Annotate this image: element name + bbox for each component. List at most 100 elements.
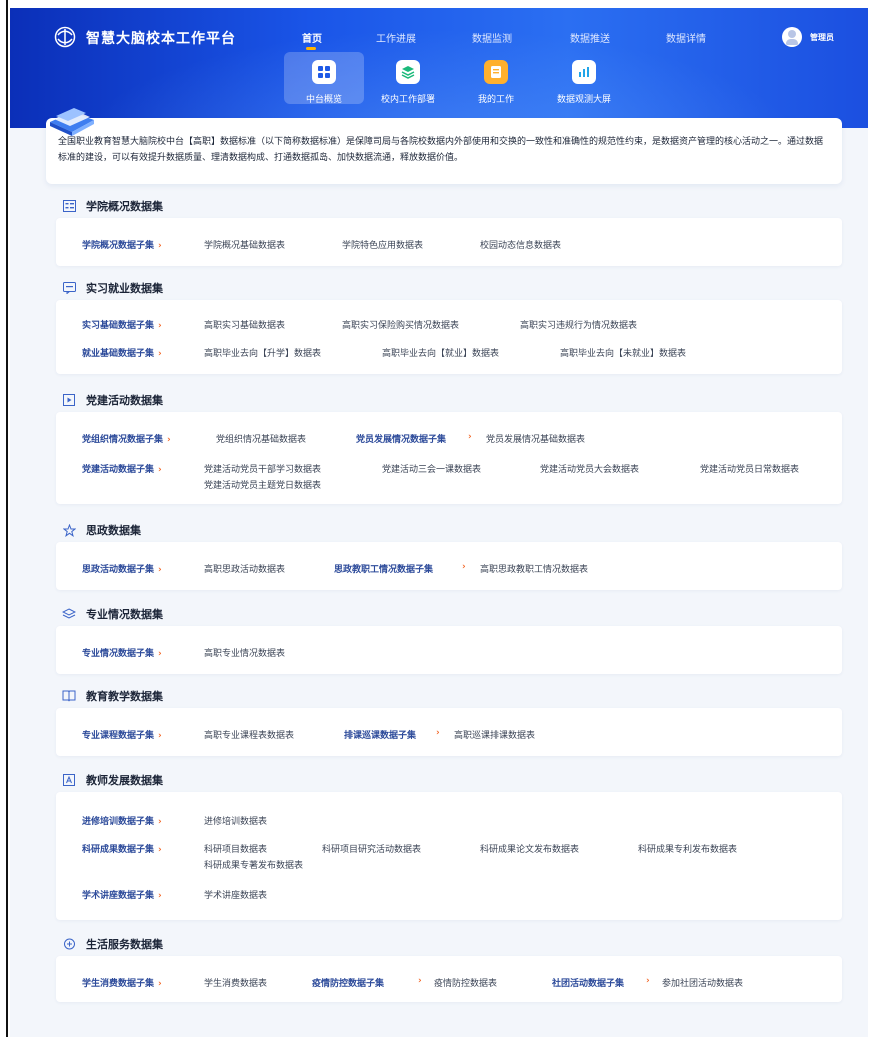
- subset-row: 实习基础数据子集 ›: [82, 318, 168, 331]
- section-title: 生活服务数据集: [62, 936, 163, 952]
- table-link[interactable]: 党建活动党员主题党日数据表: [204, 478, 321, 491]
- table-link[interactable]: 学院概况基础数据表: [204, 238, 285, 251]
- table-link[interactable]: 高职思政活动数据表: [204, 562, 285, 575]
- stack-icon: [396, 60, 420, 84]
- subset-link[interactable]: 疫情防控数据子集: [312, 976, 384, 989]
- subset-link[interactable]: 进修培训数据子集: [82, 817, 154, 827]
- dataset-card: 党组织情况数据子集 › 党组织情况基础数据表 党员发展情况数据子集 › 党员发展情…: [56, 412, 842, 504]
- subset-link[interactable]: 党组织情况数据子集: [82, 435, 163, 445]
- table-link[interactable]: 党建活动党员日常数据表: [700, 462, 799, 475]
- table-link[interactable]: 高职毕业去向【未就业】数据表: [560, 346, 686, 359]
- subset-link[interactable]: 学院概况数据子集: [82, 241, 154, 251]
- subset-link[interactable]: 科研成果数据子集: [82, 845, 154, 855]
- table-link[interactable]: 科研成果论文发布数据表: [480, 842, 579, 855]
- subset-link[interactable]: 实习基础数据子集: [82, 321, 154, 331]
- subset-link[interactable]: 排课巡课数据子集: [344, 728, 416, 741]
- subset-link[interactable]: 党员发展情况数据子集: [356, 432, 446, 445]
- subset-link[interactable]: 专业课程数据子集: [82, 731, 154, 741]
- table-link[interactable]: 党建活动党员干部学习数据表: [204, 462, 321, 475]
- chevron-right-icon: ›: [158, 465, 162, 475]
- section-title: 党建活动数据集: [62, 392, 163, 408]
- subset-row: 进修培训数据子集 ›: [82, 814, 168, 827]
- page: 智慧大脑校本工作平台 首页 工作进展 数据监测 数据推送 数据详情 管理员 中台…: [10, 8, 868, 1037]
- table-link[interactable]: 党建活动党员大会数据表: [540, 462, 639, 475]
- table-link[interactable]: 参加社团活动数据表: [662, 976, 743, 989]
- dataset-card: 专业课程数据子集 › 高职专业课程表数据表 排课巡课数据子集 › 高职巡课排课数据…: [56, 708, 842, 756]
- subnav-big-screen[interactable]: 数据观测大屏: [544, 56, 624, 105]
- subset-row: 学院概况数据子集 ›: [82, 238, 168, 251]
- subset-link[interactable]: 专业情况数据子集: [82, 649, 154, 659]
- subset-link[interactable]: 就业基础数据子集: [82, 349, 154, 359]
- chevron-right-icon: ›: [158, 979, 162, 989]
- table-link[interactable]: 高职巡课排课数据表: [454, 728, 535, 741]
- subset-link[interactable]: 学术讲座数据子集: [82, 891, 154, 901]
- table-link[interactable]: 学生消费数据表: [204, 976, 267, 989]
- section-title: 实习就业数据集: [62, 280, 163, 296]
- chevron-right-icon: ›: [158, 565, 162, 575]
- section-title-text: 思政数据集: [86, 524, 141, 537]
- table-link[interactable]: 学术讲座数据表: [204, 888, 267, 901]
- table-link[interactable]: 科研项目研究活动数据表: [322, 842, 421, 855]
- section-title-text: 专业情况数据集: [86, 608, 163, 621]
- sub-nav: 中台概览 校内工作部署 我的工作 数据观测大屏: [10, 52, 868, 114]
- table-link[interactable]: 科研成果专利发布数据表: [638, 842, 737, 855]
- subset-link[interactable]: 思政教职工情况数据子集: [334, 562, 433, 575]
- section-title-text: 生活服务数据集: [86, 938, 163, 951]
- chevron-right-icon: ›: [158, 649, 162, 659]
- logo-icon: [54, 26, 76, 48]
- document-icon: [484, 60, 508, 84]
- subset-link[interactable]: 社团活动数据子集: [552, 976, 624, 989]
- table-link[interactable]: 党组织情况基础数据表: [216, 432, 306, 445]
- table-link[interactable]: 党建活动三会一课数据表: [382, 462, 481, 475]
- dataset-card: 学院概况数据子集 › 学院概况基础数据表 学院特色应用数据表 校园动态信息数据表: [56, 218, 842, 266]
- chevron-right-icon: ›: [158, 845, 162, 855]
- chevron-right-icon: ›: [158, 817, 162, 827]
- chevron-right-icon: ›: [158, 731, 162, 741]
- user-name[interactable]: 管理员: [810, 32, 834, 43]
- subnav-deployment[interactable]: 校内工作部署: [368, 56, 448, 105]
- table-link[interactable]: 进修培训数据表: [204, 814, 267, 827]
- table-link[interactable]: 高职毕业去向【就业】数据表: [382, 346, 499, 359]
- table-link[interactable]: 高职专业情况数据表: [204, 646, 285, 659]
- table-link[interactable]: 高职专业课程表数据表: [204, 728, 294, 741]
- subset-row: 专业课程数据子集 ›: [82, 728, 168, 741]
- table-link[interactable]: 高职实习基础数据表: [204, 318, 285, 331]
- nav-home[interactable]: 首页: [302, 30, 322, 50]
- section-title: 学院概况数据集: [62, 198, 163, 214]
- chevron-right-icon: ›: [646, 976, 650, 986]
- table-link[interactable]: 校园动态信息数据表: [480, 238, 561, 251]
- subset-link[interactable]: 学生消费数据子集: [82, 979, 154, 989]
- table-link[interactable]: 疫情防控数据表: [434, 976, 497, 989]
- subnav-overview[interactable]: 中台概览: [284, 52, 364, 105]
- subset-link[interactable]: 党建活动数据子集: [82, 465, 154, 475]
- chevron-right-icon: ›: [158, 349, 162, 359]
- section-title-text: 教育教学数据集: [86, 690, 163, 703]
- avatar[interactable]: [782, 27, 802, 47]
- star-icon: [62, 523, 76, 537]
- table-link[interactable]: 高职实习保险购买情况数据表: [342, 318, 459, 331]
- table-link[interactable]: 学院特色应用数据表: [342, 238, 423, 251]
- subset-link[interactable]: 思政活动数据子集: [82, 565, 154, 575]
- table-link[interactable]: 高职实习违规行为情况数据表: [520, 318, 637, 331]
- dataset-card: 专业情况数据子集 › 高职专业情况数据表: [56, 626, 842, 674]
- nav-data-push[interactable]: 数据推送: [570, 30, 610, 45]
- subnav-label: 中台概览: [305, 95, 342, 105]
- table-link[interactable]: 科研成果专著发布数据表: [204, 858, 303, 871]
- dataset-card: 思政活动数据子集 › 高职思政活动数据表 思政教职工情况数据子集 › 高职思政教职…: [56, 542, 842, 590]
- header: 智慧大脑校本工作平台 首页 工作进展 数据监测 数据推送 数据详情 管理员 中台…: [10, 8, 868, 128]
- nav-data-details[interactable]: 数据详情: [666, 30, 706, 45]
- table-link[interactable]: 高职思政教职工情况数据表: [480, 562, 588, 575]
- user-menu[interactable]: 管理员: [782, 27, 834, 47]
- table-link[interactable]: 科研项目数据表: [204, 842, 267, 855]
- life-icon: [62, 937, 76, 951]
- dataset-card: 学生消费数据子集 › 学生消费数据表 疫情防控数据子集 › 疫情防控数据表 社团活…: [56, 956, 842, 1002]
- table-link[interactable]: 高职毕业去向【升学】数据表: [204, 346, 321, 359]
- nav-data-monitoring[interactable]: 数据监测: [472, 30, 512, 45]
- book-illustration: [50, 108, 94, 136]
- subnav-my-work[interactable]: 我的工作: [456, 56, 536, 105]
- nav-work-progress[interactable]: 工作进展: [376, 30, 416, 45]
- play-icon: [62, 393, 76, 407]
- dataset-card: 实习基础数据子集 › 高职实习基础数据表 高职实习保险购买情况数据表 高职实习违规…: [56, 300, 842, 374]
- table-link[interactable]: 党员发展情况基础数据表: [486, 432, 585, 445]
- chevron-right-icon: ›: [158, 241, 162, 251]
